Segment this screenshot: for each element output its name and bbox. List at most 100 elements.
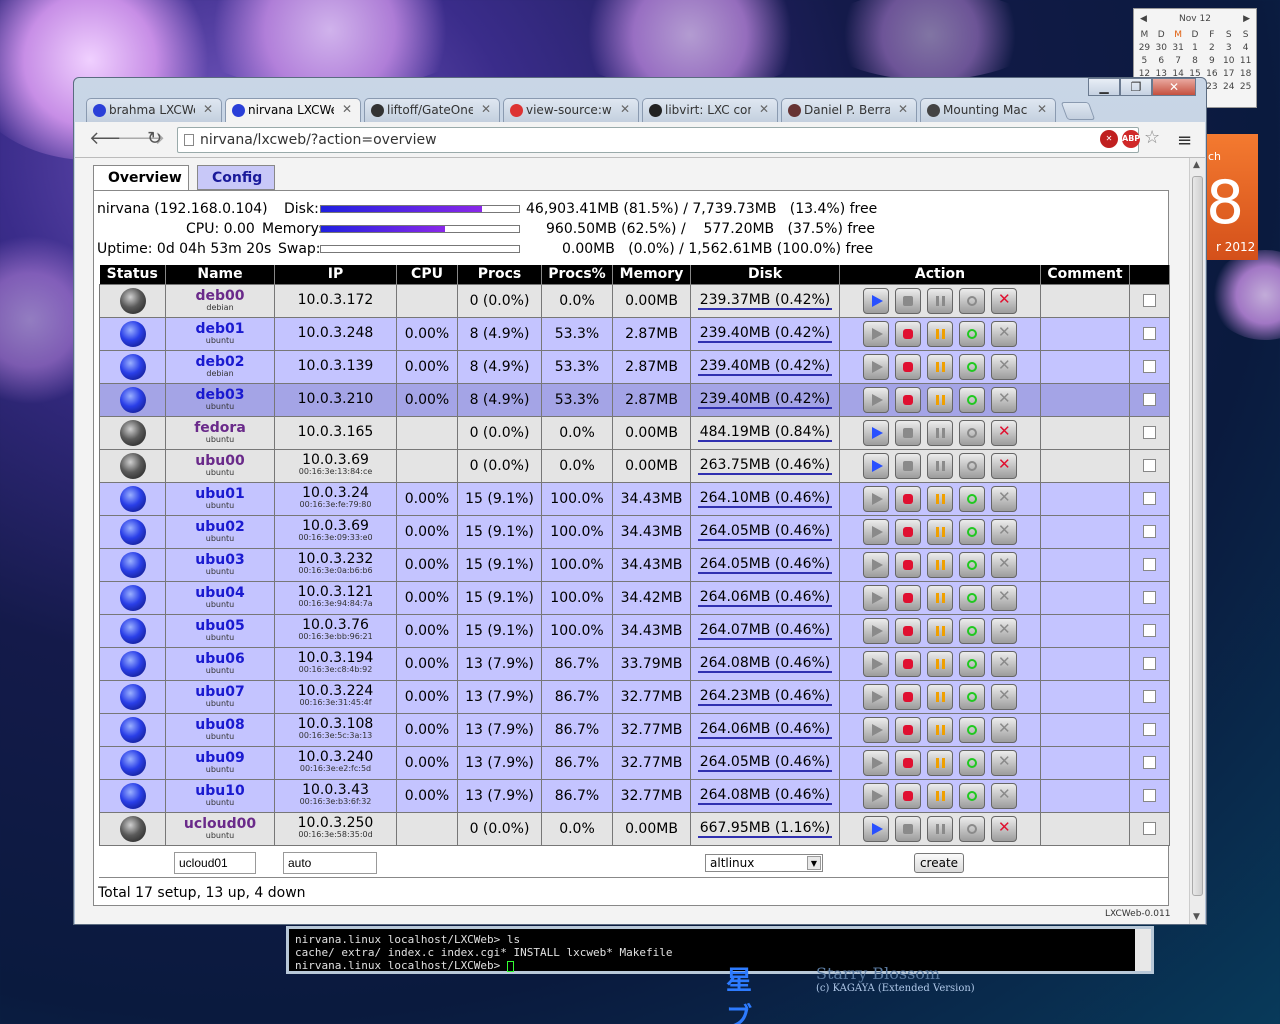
calendar-day[interactable]: 31 bbox=[1170, 42, 1187, 55]
restart-button[interactable] bbox=[959, 320, 985, 347]
start-button[interactable] bbox=[863, 386, 889, 413]
destroy-button[interactable]: ✕ bbox=[991, 617, 1017, 644]
calendar-day[interactable]: S bbox=[1237, 29, 1254, 42]
comment-cell[interactable] bbox=[1040, 514, 1130, 549]
page-scrollbar[interactable]: ▲ ▼ bbox=[1189, 158, 1205, 924]
pause-button[interactable] bbox=[927, 551, 953, 578]
stop-button[interactable] bbox=[895, 287, 921, 314]
row-checkbox[interactable] bbox=[1143, 789, 1156, 802]
row-checkbox[interactable] bbox=[1143, 393, 1156, 406]
extension-icon[interactable]: ✕ bbox=[1100, 130, 1118, 148]
calendar-day[interactable]: 24 bbox=[1220, 81, 1237, 94]
calendar-day[interactable]: 18 bbox=[1237, 68, 1254, 81]
browser-tab[interactable]: libvirt: LXC cont ✕ bbox=[642, 98, 778, 122]
destroy-button[interactable]: ✕ bbox=[991, 386, 1017, 413]
row-checkbox[interactable] bbox=[1143, 558, 1156, 571]
start-button[interactable] bbox=[863, 551, 889, 578]
destroy-button[interactable]: ✕ bbox=[991, 683, 1017, 710]
new-tab-button[interactable] bbox=[1060, 102, 1096, 120]
table-row[interactable]: deb02 debian 10.0.3.139 0.00% 8 (4.9%) 53.3% 2… bbox=[99, 349, 1170, 384]
table-row[interactable]: ubu08 ubuntu 10.0.3.108 00:16:3e:5c:3a:13 0.… bbox=[99, 712, 1170, 747]
destroy-button[interactable]: ✕ bbox=[991, 551, 1017, 578]
close-window-button[interactable]: ✕ bbox=[1152, 78, 1196, 96]
container-name-link[interactable]: deb01 bbox=[166, 322, 274, 336]
container-name-link[interactable]: ucloud00 bbox=[166, 817, 274, 831]
terminal-window[interactable]: nirvana.linux localhost/LXCWeb> ls cache… bbox=[286, 926, 1154, 974]
container-name-link[interactable]: ubu05 bbox=[166, 619, 274, 633]
start-button[interactable] bbox=[863, 485, 889, 512]
table-row[interactable]: ubu03 ubuntu 10.0.3.232 00:16:3e:0a:b6:b6 0.… bbox=[99, 547, 1170, 582]
comment-cell[interactable] bbox=[1040, 778, 1130, 813]
calendar-day[interactable]: D bbox=[1187, 29, 1204, 42]
stop-button[interactable] bbox=[895, 386, 921, 413]
stop-button[interactable] bbox=[895, 551, 921, 578]
table-row[interactable]: deb03 ubuntu 10.0.3.210 0.00% 8 (4.9%) 53.3% 2… bbox=[99, 382, 1170, 417]
stop-button[interactable] bbox=[895, 485, 921, 512]
destroy-button[interactable]: ✕ bbox=[991, 815, 1017, 842]
maximize-button[interactable]: ❐ bbox=[1120, 78, 1152, 96]
restart-button[interactable] bbox=[959, 749, 985, 776]
row-checkbox[interactable] bbox=[1143, 426, 1156, 439]
start-button[interactable] bbox=[863, 650, 889, 677]
new-name-input[interactable] bbox=[174, 852, 256, 874]
tab-close-icon[interactable]: ✕ bbox=[898, 102, 908, 116]
restart-button[interactable] bbox=[959, 716, 985, 743]
pause-button[interactable] bbox=[927, 485, 953, 512]
stop-button[interactable] bbox=[895, 815, 921, 842]
container-name-link[interactable]: fedora bbox=[166, 421, 274, 435]
destroy-button[interactable]: ✕ bbox=[991, 485, 1017, 512]
comment-cell[interactable] bbox=[1040, 415, 1130, 450]
container-name-link[interactable]: deb03 bbox=[166, 388, 274, 402]
start-button[interactable] bbox=[863, 815, 889, 842]
tab-close-icon[interactable]: ✕ bbox=[481, 102, 491, 116]
comment-cell[interactable] bbox=[1040, 712, 1130, 747]
restart-button[interactable] bbox=[959, 683, 985, 710]
stop-button[interactable] bbox=[895, 749, 921, 776]
restart-button[interactable] bbox=[959, 386, 985, 413]
row-checkbox[interactable] bbox=[1143, 360, 1156, 373]
stop-button[interactable] bbox=[895, 320, 921, 347]
restart-button[interactable] bbox=[959, 518, 985, 545]
stop-button[interactable] bbox=[895, 584, 921, 611]
template-select[interactable]: altlinux ▼ bbox=[705, 854, 823, 872]
calendar-day[interactable]: 7 bbox=[1170, 55, 1187, 68]
tab-close-icon[interactable]: ✕ bbox=[759, 102, 769, 116]
container-name-link[interactable]: ubu03 bbox=[166, 553, 274, 567]
destroy-button[interactable]: ✕ bbox=[991, 353, 1017, 380]
container-name-link[interactable]: ubu09 bbox=[166, 751, 274, 765]
row-checkbox[interactable] bbox=[1143, 459, 1156, 472]
calendar-day[interactable]: 3 bbox=[1220, 42, 1237, 55]
restart-button[interactable] bbox=[959, 452, 985, 479]
comment-cell[interactable] bbox=[1040, 481, 1130, 516]
start-button[interactable] bbox=[863, 518, 889, 545]
destroy-button[interactable]: ✕ bbox=[991, 716, 1017, 743]
container-name-link[interactable]: ubu10 bbox=[166, 784, 274, 798]
row-checkbox[interactable] bbox=[1143, 657, 1156, 670]
tab-close-icon[interactable]: ✕ bbox=[620, 102, 630, 116]
container-name-link[interactable]: ubu04 bbox=[166, 586, 274, 600]
pause-button[interactable] bbox=[927, 320, 953, 347]
pause-button[interactable] bbox=[927, 749, 953, 776]
calendar-day[interactable]: 5 bbox=[1136, 55, 1153, 68]
calendar-day[interactable]: 25 bbox=[1237, 81, 1254, 94]
table-row[interactable]: ubu01 ubuntu 10.0.3.24 00:16:3e:fe:79:80 0.0… bbox=[99, 481, 1170, 516]
calendar-day[interactable]: 29 bbox=[1136, 42, 1153, 55]
tab-close-icon[interactable]: ✕ bbox=[1037, 102, 1047, 116]
comment-cell[interactable] bbox=[1040, 679, 1130, 714]
stop-button[interactable] bbox=[895, 782, 921, 809]
restart-button[interactable] bbox=[959, 650, 985, 677]
pause-button[interactable] bbox=[927, 815, 953, 842]
container-name-link[interactable]: ubu07 bbox=[166, 685, 274, 699]
table-row[interactable]: ubu02 ubuntu 10.0.3.69 00:16:3e:09:33:e0 0.0… bbox=[99, 514, 1170, 549]
comment-cell[interactable] bbox=[1040, 448, 1130, 483]
calendar-day[interactable]: M bbox=[1170, 29, 1187, 42]
browser-tab[interactable]: view-source:ww ✕ bbox=[503, 98, 639, 122]
container-name-link[interactable]: deb00 bbox=[166, 289, 274, 303]
scroll-up-arrow[interactable]: ▲ bbox=[1193, 160, 1200, 170]
calendar-day[interactable]: F bbox=[1203, 29, 1220, 42]
pause-button[interactable] bbox=[927, 782, 953, 809]
container-name-link[interactable]: deb02 bbox=[166, 355, 274, 369]
comment-cell[interactable] bbox=[1040, 811, 1130, 846]
destroy-button[interactable]: ✕ bbox=[991, 287, 1017, 314]
calendar-day[interactable]: 9 bbox=[1203, 55, 1220, 68]
